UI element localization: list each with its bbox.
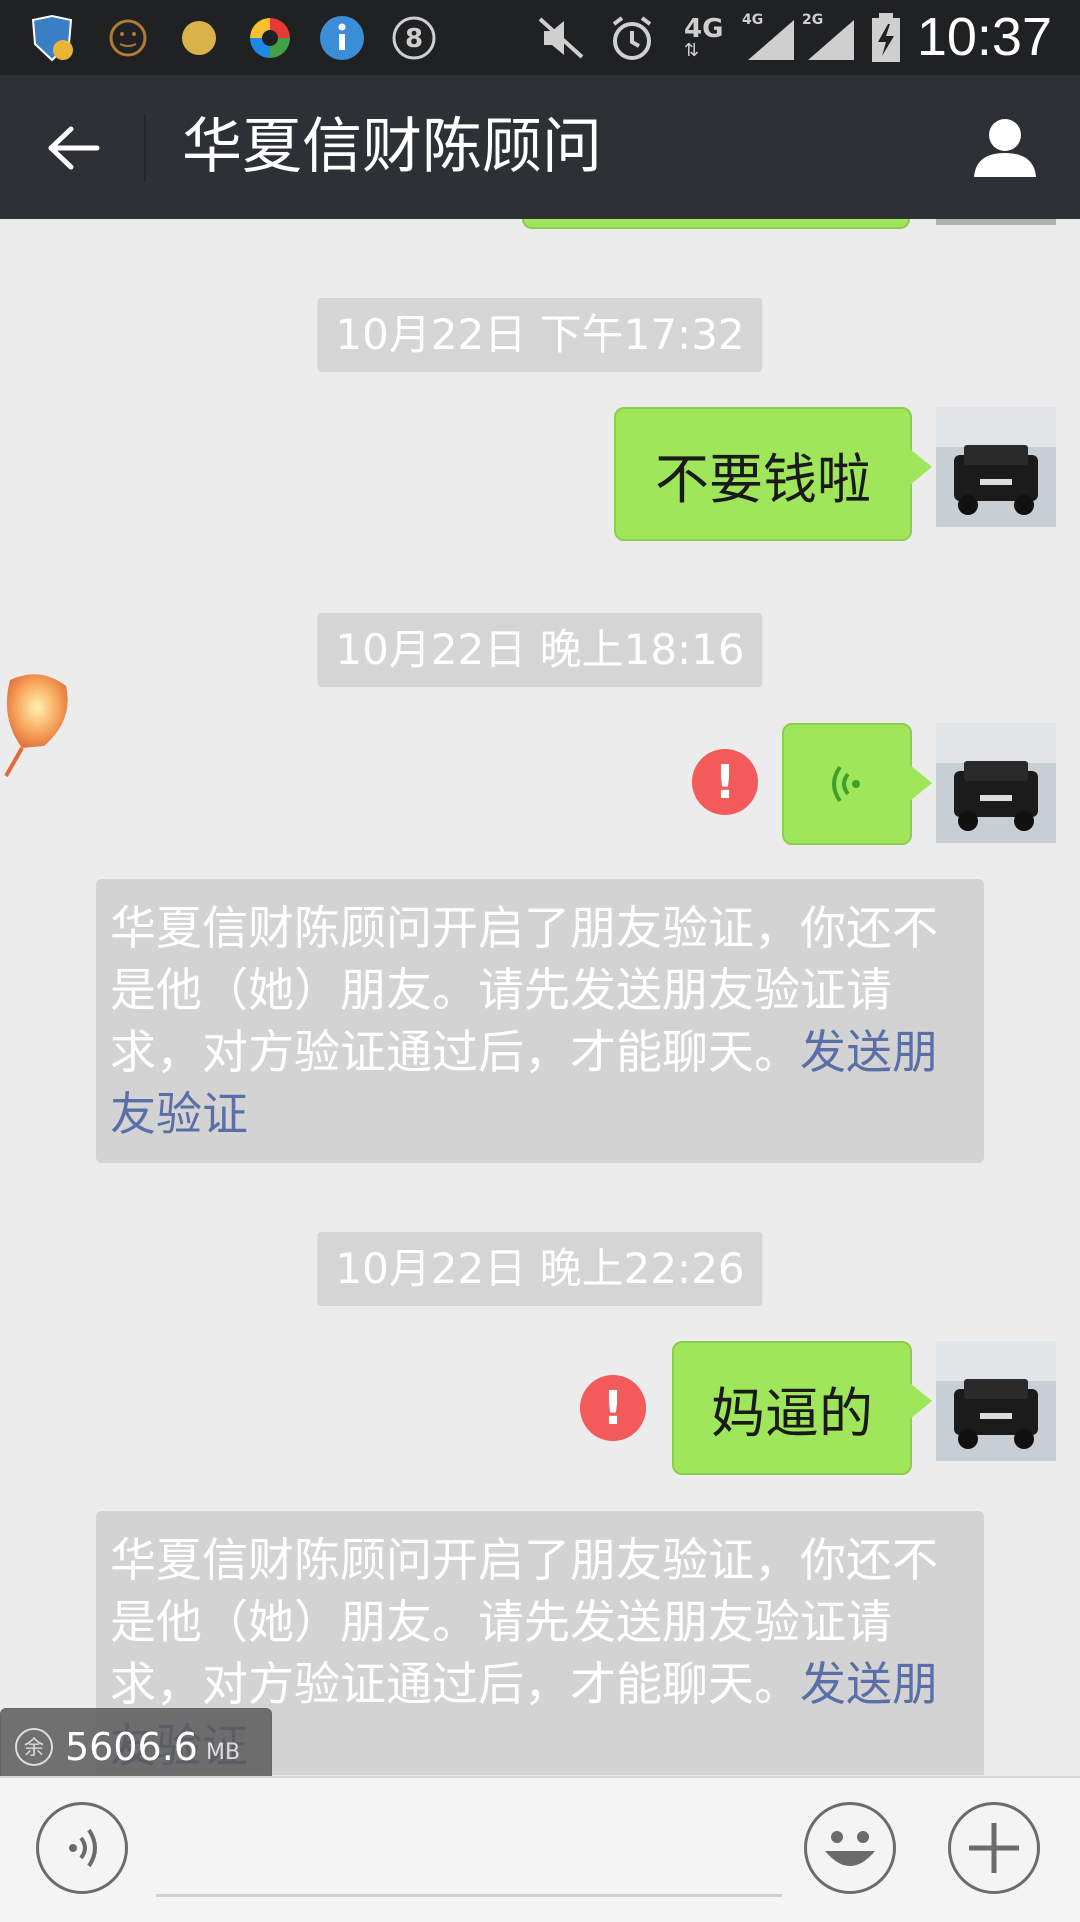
message-text: 不要钱啦 (655, 447, 871, 511)
back-button[interactable] (36, 113, 110, 183)
shield-icon (28, 14, 76, 62)
timestamp: 10月22日 下午17:32 (317, 298, 763, 372)
input-bar (0, 1776, 1080, 1922)
lantern-icon (0, 670, 74, 780)
back-arrow-icon (48, 126, 100, 170)
voice-icon (69, 1828, 97, 1868)
smiley-icon (825, 1831, 875, 1866)
memory-value: 5606.6 (65, 1725, 198, 1769)
network-label-4g-small: 4G (742, 12, 764, 28)
data-arrows-icon: ⇅ (684, 40, 700, 61)
avatar[interactable] (936, 407, 1056, 527)
info-icon (318, 14, 366, 62)
status-bar: 8 4G ⇅ 4G 2G 10:37 (0, 0, 1080, 75)
message-bubble[interactable]: 不要钱啦 (614, 407, 932, 541)
send-failed-icon[interactable]: ! (692, 749, 758, 815)
header-divider (144, 115, 146, 181)
send-failed-icon[interactable]: ! (580, 1375, 646, 1441)
memory-overlay[interactable]: 余 5606.6 MB (0, 1708, 272, 1786)
signal-4g-icon: 4G ⇅ (684, 14, 730, 62)
timestamp: 10月22日 晚上22:26 (317, 1232, 763, 1306)
voice-message-bubble[interactable] (782, 723, 932, 845)
previous-bubble-partial (522, 219, 910, 229)
avatar[interactable] (936, 723, 1056, 843)
system-notice: 华夏信财陈顾问开启了朋友验证，你还不是他（她）朋友。请先发送朋友验证请求，对方验… (96, 879, 984, 1163)
more-button[interactable] (948, 1802, 1040, 1894)
signal-4g-bars-icon: 4G (740, 12, 800, 62)
clock-time: 10:37 (916, 7, 1052, 67)
chat-area[interactable]: 10月22日 下午17:32 不要钱啦 10月22日 晚上18:16 ! 华夏信… (0, 219, 1080, 1775)
svg-text:8: 8 (405, 24, 423, 54)
person-icon (974, 119, 1036, 177)
previous-avatar-partial (936, 219, 1056, 225)
alarm-icon (608, 14, 656, 62)
emoji-status-icon (104, 14, 152, 62)
mute-icon (536, 14, 584, 62)
car-avatar-icon (936, 1341, 1056, 1461)
message-input[interactable] (156, 1894, 782, 1897)
message-bubble[interactable]: 妈逼的 (672, 1341, 932, 1475)
timestamp: 10月22日 晚上18:16 (317, 613, 763, 687)
signal-2g-bars-icon: 2G (800, 12, 860, 62)
memory-unit: MB (205, 1739, 241, 1765)
avatar[interactable] (936, 1341, 1056, 1461)
network-label-2g: 2G (802, 12, 824, 28)
voice-wave-icon (832, 765, 860, 803)
yellow-dot-icon (175, 14, 223, 62)
chat-title: 华夏信财陈顾问 (182, 112, 602, 182)
battery-charging-icon (866, 13, 906, 62)
car-avatar-icon (936, 723, 1056, 843)
plus-icon (969, 1823, 1019, 1873)
memory-label: 余 (15, 1728, 53, 1766)
network-label-4g: 4G (684, 14, 724, 44)
colorful-app-icon (246, 14, 294, 62)
car-avatar-icon (936, 407, 1056, 527)
message-text: 妈逼的 (711, 1381, 873, 1445)
eight-icon: 8 (390, 14, 438, 62)
emoji-button[interactable] (804, 1802, 896, 1894)
voice-input-button[interactable] (36, 1802, 128, 1894)
chat-header: 华夏信财陈顾问 (0, 75, 1080, 219)
profile-button[interactable] (970, 113, 1040, 183)
